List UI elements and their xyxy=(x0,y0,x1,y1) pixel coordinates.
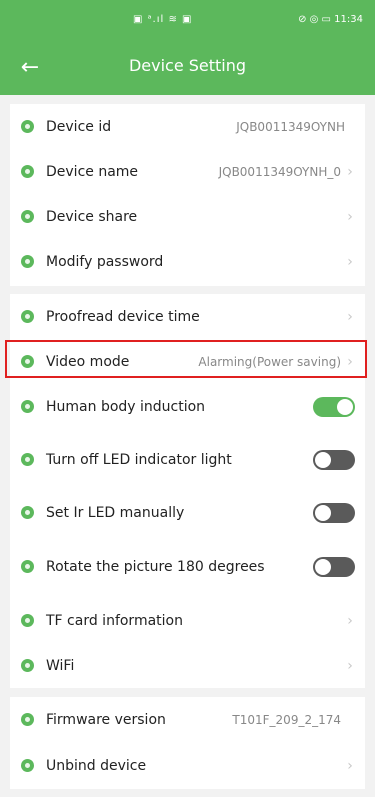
status-icons-center: ▣ ᵃ.ıl ≋ ▣ xyxy=(133,14,193,25)
clock-icon xyxy=(21,310,34,323)
chevron-right-icon: › xyxy=(347,163,353,180)
row-device-id: Device id JQB0011349OYNH xyxy=(10,104,365,149)
video-icon xyxy=(21,355,34,368)
row-label: Human body induction xyxy=(46,398,206,415)
device-id-icon xyxy=(21,120,34,133)
row-device-share[interactable]: Device share › xyxy=(10,194,365,239)
row-led-indicator: Turn off LED indicator light xyxy=(10,437,365,482)
chevron-right-icon: › xyxy=(347,757,353,774)
row-firmware-version: Firmware version T101F_209_2_174 xyxy=(10,697,365,742)
share-icon xyxy=(21,210,34,223)
row-label: Rotate the picture 180 degrees xyxy=(46,558,265,575)
chevron-right-icon: › xyxy=(347,353,353,370)
device-name-value: JQB0011349OYNH_0 xyxy=(218,164,341,179)
row-label: Set Ir LED manually xyxy=(46,504,185,521)
person-icon xyxy=(21,400,34,413)
chevron-right-icon: › xyxy=(347,612,353,629)
led-icon xyxy=(21,453,34,466)
row-label: Modify password xyxy=(46,253,164,270)
settings-group-basic: Device id JQB0011349OYNH Device name JQB… xyxy=(10,104,365,286)
sd-card-icon xyxy=(21,614,34,627)
row-tf-card[interactable]: TF card information › xyxy=(10,598,365,643)
app-header: ▣ ᵃ.ıl ≋ ▣ ⊘ ◎ ▭ 11:34 ← Device Setting xyxy=(0,0,375,95)
status-bar: ▣ ᵃ.ıl ≋ ▣ ⊘ ◎ ▭ 11:34 xyxy=(0,0,375,40)
title-bar: ← Device Setting xyxy=(0,48,375,88)
row-label: Turn off LED indicator light xyxy=(46,451,232,468)
row-label: Firmware version xyxy=(46,711,166,728)
status-icons-right: ⊘ ◎ ▭ 11:34 xyxy=(298,14,363,25)
chevron-right-icon: › xyxy=(347,657,353,674)
row-label: Video mode xyxy=(46,353,130,370)
ir-led-toggle[interactable] xyxy=(313,502,355,523)
chevron-right-icon: › xyxy=(347,253,353,270)
chevron-right-icon: › xyxy=(347,308,353,325)
row-video-mode[interactable]: Video mode Alarming(Power saving) › xyxy=(10,339,365,384)
row-rotate-picture: Rotate the picture 180 degrees xyxy=(10,544,365,589)
rotate-picture-toggle[interactable] xyxy=(313,556,355,577)
unbind-icon xyxy=(21,759,34,772)
firmware-icon xyxy=(21,713,34,726)
ir-led-icon xyxy=(21,506,34,519)
device-name-icon xyxy=(21,165,34,178)
password-icon xyxy=(21,255,34,268)
settings-group-storage: TF card information › WiFi › xyxy=(10,598,365,688)
row-label: Unbind device xyxy=(46,757,147,774)
human-body-induction-toggle[interactable] xyxy=(313,396,355,417)
row-wifi[interactable]: WiFi › xyxy=(10,643,365,688)
wifi-icon xyxy=(21,659,34,672)
led-indicator-toggle[interactable] xyxy=(313,449,355,470)
row-ir-led: Set Ir LED manually xyxy=(10,490,365,535)
row-modify-password[interactable]: Modify password › xyxy=(10,239,365,284)
device-id-value: JQB0011349OYNH xyxy=(236,119,345,134)
firmware-version-value: T101F_209_2_174 xyxy=(232,712,341,727)
settings-group-system: Firmware version T101F_209_2_174 Unbind … xyxy=(10,697,365,789)
row-label: Proofread device time xyxy=(46,308,200,325)
row-label: Device share xyxy=(46,208,138,225)
page-title: Device Setting xyxy=(128,56,247,75)
row-label: WiFi xyxy=(46,657,75,674)
row-device-name[interactable]: Device name JQB0011349OYNH_0 › xyxy=(10,149,365,194)
video-mode-value: Alarming(Power saving) xyxy=(198,354,341,369)
row-proofread-time[interactable]: Proofread device time › xyxy=(10,294,365,339)
settings-group-device: Proofread device time › Video mode Alarm… xyxy=(10,294,365,604)
row-label: Device name xyxy=(46,163,139,180)
row-unbind-device[interactable]: Unbind device › xyxy=(10,743,365,788)
row-human-body-induction: Human body induction xyxy=(10,384,365,429)
chevron-right-icon: › xyxy=(347,208,353,225)
row-label: TF card information xyxy=(46,612,183,629)
row-label: Device id xyxy=(46,118,112,135)
rotate-icon xyxy=(21,560,34,573)
